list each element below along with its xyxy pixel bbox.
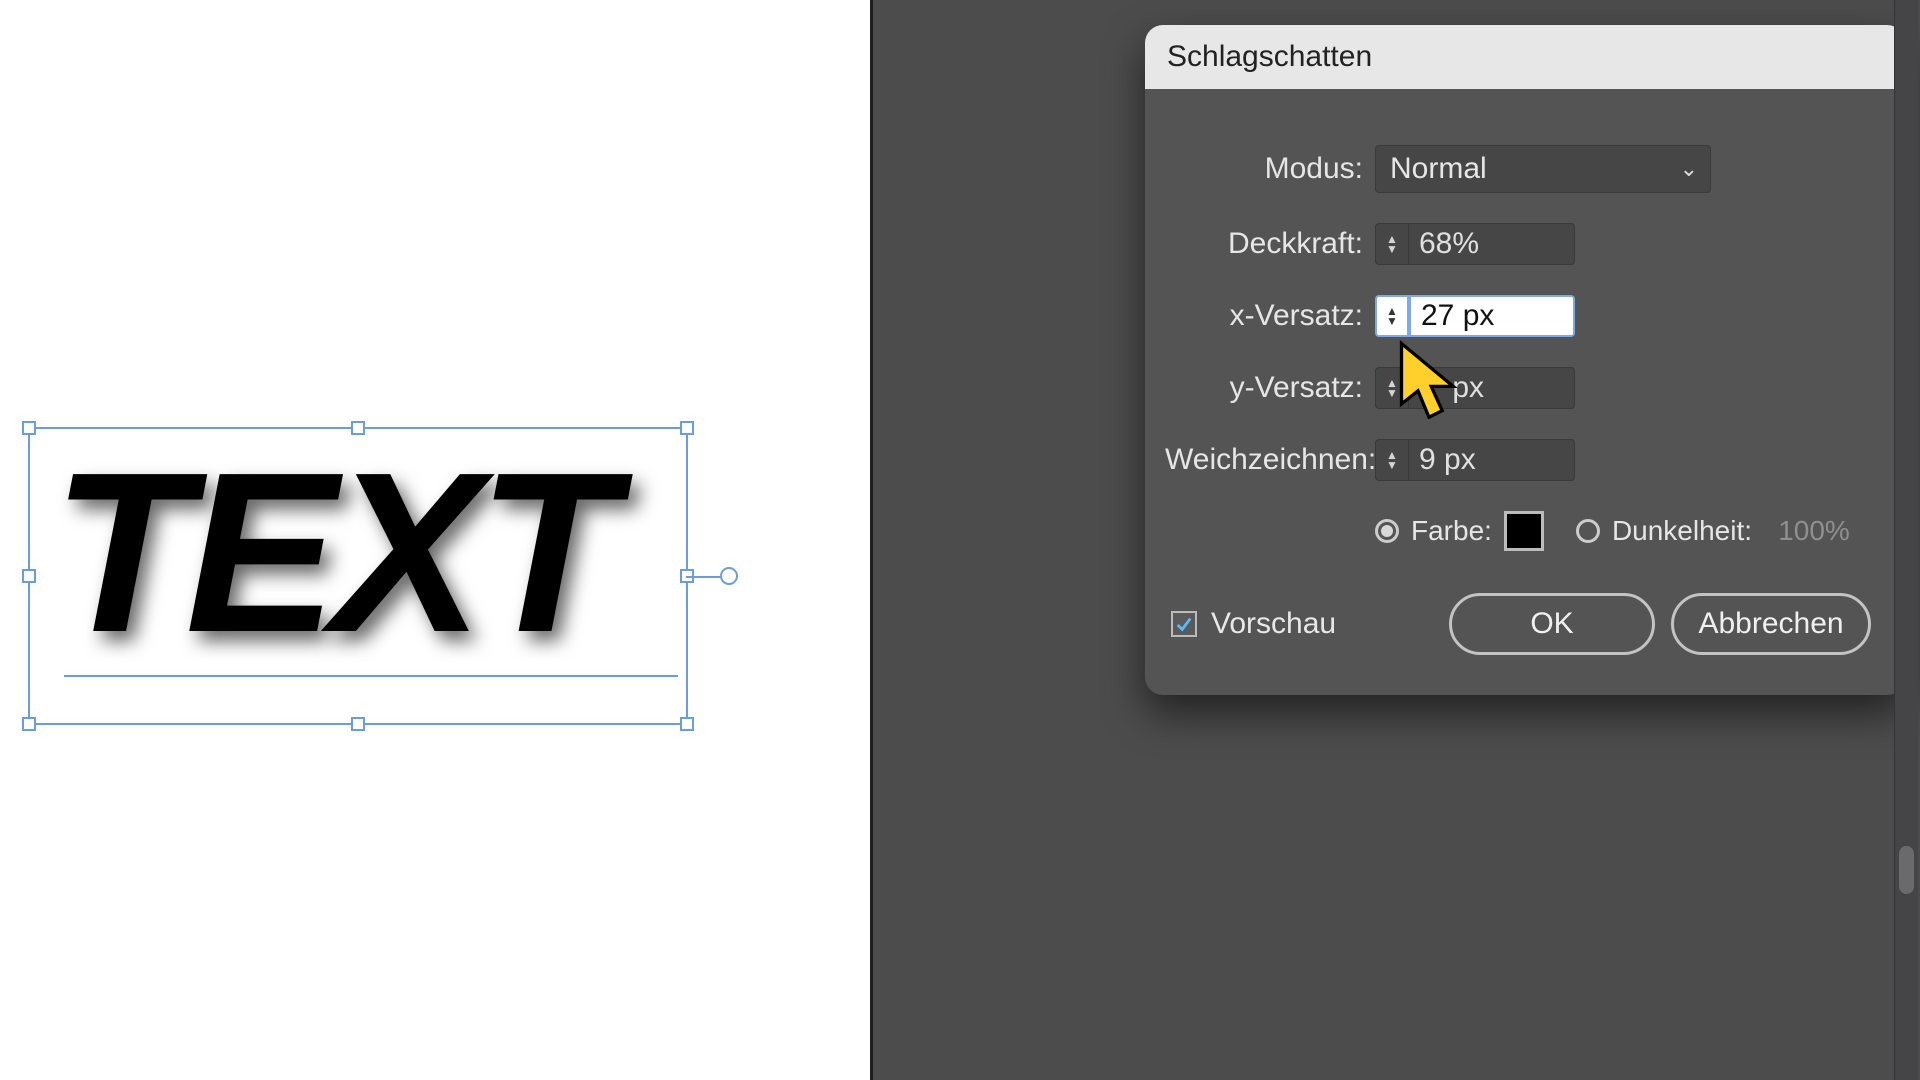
color-swatch[interactable] [1504,511,1544,551]
dialog-title: Schlagschatten [1167,40,1372,74]
scrollbar-thumb[interactable] [1899,846,1914,894]
resize-handle-br[interactable] [680,717,694,731]
vertical-scrollbar[interactable] [1894,0,1918,1080]
canvas-text[interactable]: TEXT [52,423,611,684]
text-selection-bounds[interactable]: TEXT [28,427,688,725]
drop-shadow-dialog: Schlagschatten Modus: Normal ⌄ Deckkraft… [1145,25,1905,695]
mode-dropdown[interactable]: Normal ⌄ [1375,145,1711,193]
darkness-label: Dunkelheit: [1612,515,1752,547]
resize-handle-tm[interactable] [351,421,365,435]
dialog-titlebar[interactable]: Schlagschatten [1145,25,1905,89]
darkness-value: 100% [1764,511,1864,551]
blur-input[interactable]: 9 px [1409,439,1575,481]
resize-handle-tl[interactable] [22,421,36,435]
y-offset-stepper[interactable]: ▲▼ [1375,367,1409,409]
resize-handle-tr[interactable] [680,421,694,435]
resize-handle-bm[interactable] [351,717,365,731]
color-radio[interactable] [1375,519,1399,543]
x-offset-input[interactable]: 27 px [1409,295,1575,337]
darkness-radio[interactable] [1576,519,1600,543]
x-offset-label: x-Versatz: [1165,299,1375,333]
chevron-down-icon: ⌄ [1680,156,1698,182]
preview-label: Vorschau [1211,607,1336,641]
blur-stepper[interactable]: ▲▼ [1375,439,1409,481]
rotate-handle[interactable] [720,567,738,585]
y-offset-input[interactable]: 00 px [1409,367,1575,409]
resize-handle-ml[interactable] [22,569,36,583]
canvas[interactable]: TEXT [0,0,870,1080]
blur-label: Weichzeichnen: [1165,443,1375,477]
resize-handle-bl[interactable] [22,717,36,731]
ok-button[interactable]: OK [1449,593,1655,655]
opacity-input[interactable]: 68% [1409,223,1575,265]
panel-area: Schlagschatten Modus: Normal ⌄ Deckkraft… [870,0,1920,1080]
opacity-label: Deckkraft: [1165,227,1375,261]
opacity-stepper[interactable]: ▲▼ [1375,223,1409,265]
cancel-button[interactable]: Abbrechen [1671,593,1871,655]
mode-value: Normal [1390,152,1487,186]
color-label: Farbe: [1411,515,1492,547]
preview-checkbox[interactable] [1171,611,1197,637]
mode-label: Modus: [1165,152,1375,186]
text-baseline [64,675,678,677]
x-offset-stepper[interactable]: ▲▼ [1375,295,1409,337]
y-offset-label: y-Versatz: [1165,371,1375,405]
